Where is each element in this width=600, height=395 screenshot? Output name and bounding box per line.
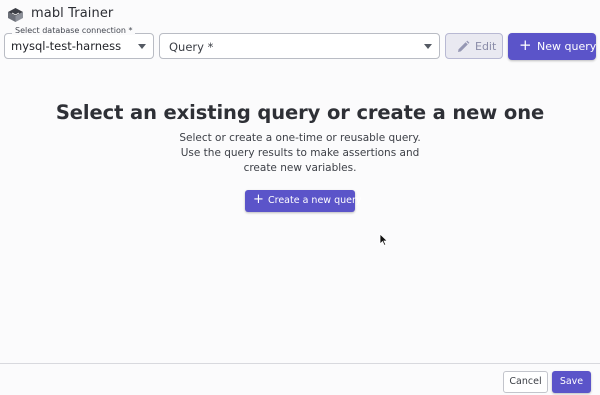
new-query-button-label: New query [537, 40, 597, 53]
create-new-query-button[interactable]: + Create a new query [245, 190, 362, 212]
edit-button-label: Edit [475, 40, 497, 53]
chevron-down-icon [424, 44, 432, 49]
query-placeholder: Query * [169, 40, 214, 54]
create-new-query-button-label: Create a new query [268, 195, 362, 206]
footer-divider [0, 363, 600, 364]
empty-state-description: Select or create a one-time or reusable … [179, 132, 421, 174]
cancel-button[interactable]: Cancel [503, 371, 548, 393]
plus-icon: + [253, 192, 264, 207]
mouse-pointer-icon [379, 233, 388, 246]
query-select[interactable]: Query * [159, 33, 440, 59]
new-query-button[interactable]: + New query [508, 33, 596, 60]
app-window: mabl Trainer Select database connection … [0, 0, 600, 395]
database-connection-select[interactable]: Select database connection * mysql-test-… [4, 26, 154, 59]
mabl-logo-icon [8, 8, 23, 22]
pencil-icon [458, 40, 470, 52]
edit-button[interactable]: Edit [445, 33, 503, 59]
database-connection-value: mysql-test-harness [11, 39, 122, 53]
plus-icon: + [519, 36, 532, 54]
title-bar: mabl Trainer [0, 0, 600, 28]
empty-state-heading: Select an existing query or create a new… [55, 101, 545, 124]
app-title: mabl Trainer [31, 6, 114, 21]
save-button[interactable]: Save [552, 371, 591, 393]
chevron-down-icon [138, 44, 146, 49]
database-connection-label: Select database connection * [12, 26, 136, 35]
